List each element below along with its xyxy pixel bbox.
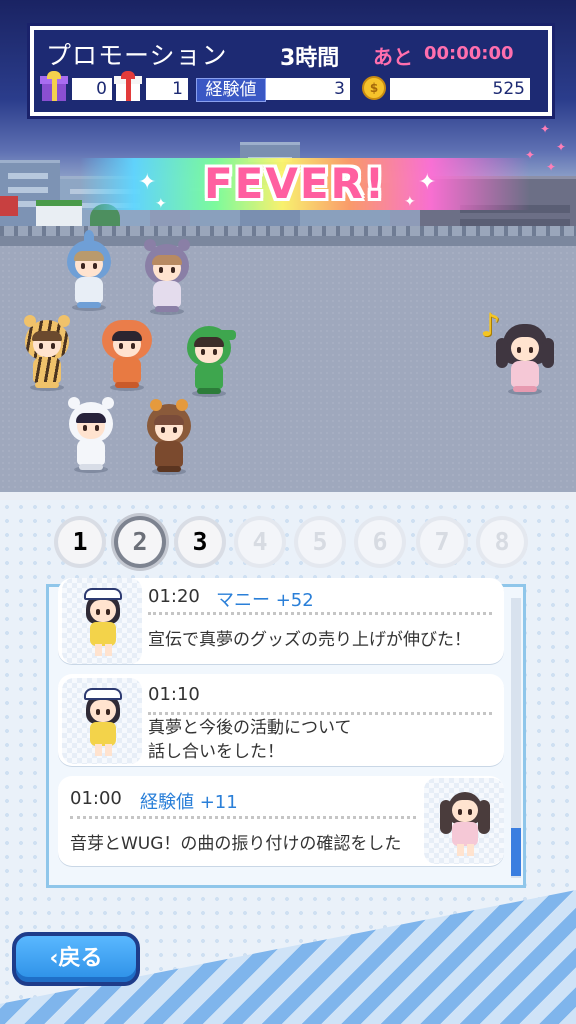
page-tab-6: 6 bbox=[358, 520, 402, 564]
log-text-line2: 話し合いをした！ bbox=[148, 742, 284, 762]
hud-duration: 3時間 bbox=[280, 46, 340, 71]
exp-value: 3 bbox=[266, 78, 350, 100]
hud-panel: プロモーション 3時間 あと 00:00:00 0 1 経験値 3 $ 525 bbox=[30, 26, 552, 116]
coin-count: 525 bbox=[390, 78, 530, 100]
log-time: 01:00 bbox=[70, 788, 122, 809]
page-tab-4: 4 bbox=[238, 520, 282, 564]
log-gain: マニー +52 bbox=[216, 590, 314, 611]
hud-remaining-time: 00:00:00 bbox=[424, 43, 514, 64]
log-scroll-thumb[interactable] bbox=[511, 828, 521, 876]
log-text: 音芽とWUG！の曲の振り付けの確認をした bbox=[70, 834, 402, 854]
log-gain: 経験値 +11 bbox=[140, 792, 238, 813]
firework-icon: ✦ bbox=[546, 160, 557, 174]
log-time: 01:10 bbox=[148, 684, 200, 705]
log-entry: 01:00 経験値 +11 音芽とWUG！の曲の振り付けの確認をした bbox=[58, 776, 504, 866]
log-entry: 01:20 マニー +52 宣伝で真夢のグッズの売り上げが伸びた！ bbox=[58, 578, 504, 664]
page-tab-1[interactable]: 1 bbox=[58, 520, 102, 564]
exp-label: 経験値 bbox=[196, 78, 266, 102]
otome-avatar bbox=[424, 778, 504, 864]
character-crocodile[interactable] bbox=[184, 326, 236, 397]
red-gift-count: 1 bbox=[146, 78, 188, 100]
character-shark[interactable] bbox=[64, 230, 114, 311]
page-tab-3[interactable]: 3 bbox=[178, 520, 222, 564]
hud-title: プロモーション bbox=[46, 41, 228, 70]
mayu-avatar bbox=[62, 678, 142, 764]
log-text: 宣伝で真夢のグッズの売り上げが伸びた！ bbox=[148, 630, 471, 650]
character-lion[interactable] bbox=[102, 320, 152, 391]
sparkle-icon: ✦ bbox=[155, 196, 167, 212]
red-gift-icon bbox=[114, 71, 142, 102]
character-owl[interactable] bbox=[144, 399, 194, 475]
log-time: 01:20 bbox=[148, 586, 200, 607]
back-button-label: 戻る bbox=[58, 946, 103, 971]
page-tab-2[interactable]: 2 bbox=[118, 520, 162, 564]
sparkle-icon: ✦ bbox=[138, 170, 157, 195]
fever-banner: FEVER! bbox=[203, 159, 387, 208]
firework-icon: ✦ bbox=[540, 122, 551, 136]
back-button[interactable]: ‹戻る bbox=[12, 932, 140, 986]
hud-remaining-label: あと bbox=[373, 45, 413, 69]
page-tab-5: 5 bbox=[298, 520, 342, 564]
coin-icon: $ bbox=[362, 76, 386, 100]
chevron-left-icon: ‹ bbox=[49, 946, 59, 971]
purple-gift-count: 0 bbox=[72, 78, 112, 100]
log-entry: 01:10 真夢と今後の活動について 話し合いをした！ bbox=[58, 674, 504, 766]
page-tab-8: 8 bbox=[480, 520, 524, 564]
mayu-avatar bbox=[62, 578, 142, 664]
purple-gift-icon bbox=[40, 71, 68, 102]
firework-icon: ✦ bbox=[556, 140, 567, 154]
character-wolf[interactable] bbox=[142, 239, 192, 315]
red-roof bbox=[0, 196, 18, 216]
sparkle-icon: ✦ bbox=[404, 194, 416, 210]
page-tab-7: 7 bbox=[420, 520, 464, 564]
character-tiger[interactable] bbox=[22, 315, 72, 391]
sparkle-icon: ✦ bbox=[418, 170, 437, 195]
log-text-line1: 真夢と今後の活動について bbox=[148, 718, 352, 738]
character-polar-bear[interactable] bbox=[66, 397, 116, 473]
character-otome[interactable] bbox=[496, 324, 554, 395]
